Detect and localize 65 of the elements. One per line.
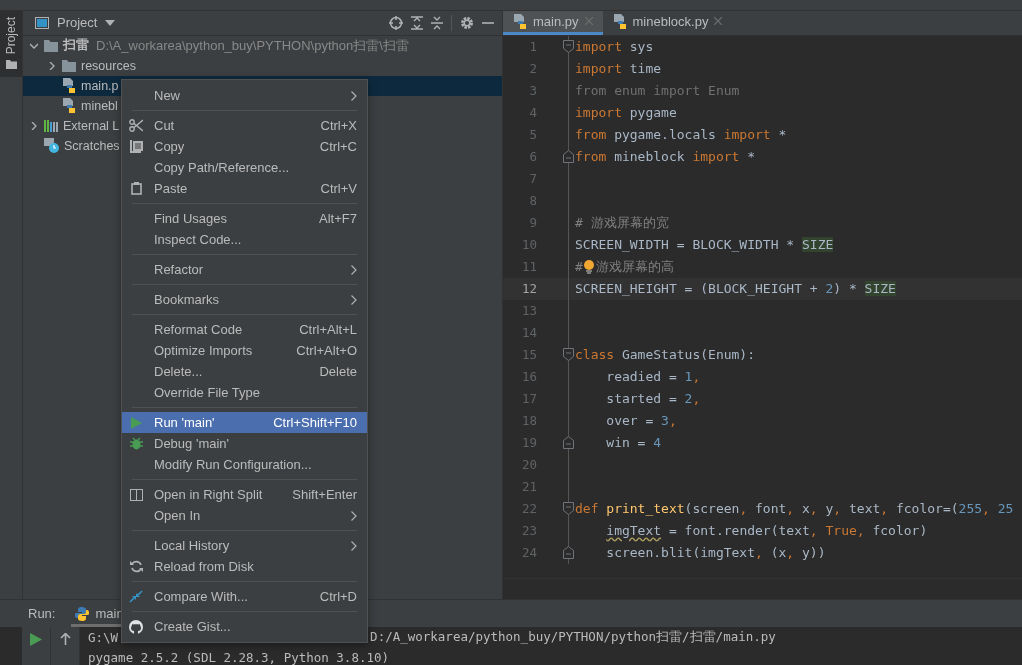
code-line: screen.blit(imgText, (x, y)) [605,545,826,561]
console-text: G:\W [88,629,119,645]
line-number: 24 [520,545,538,561]
code-line: readied = 1, [605,369,701,385]
line-number: 19 [520,435,538,451]
line-number: 21 [520,479,538,495]
code-line: from mineblock import * [575,149,756,165]
shortcut-label: Shift+Enter [292,487,357,502]
line-number: 8 [528,193,538,209]
code-line: class GameStatus(Enum): [575,347,756,363]
console-text: pygame 2.5.2 (SDL 2.28.3, Python 3.8.10) [88,649,390,665]
tree-item-label: main.p [81,79,119,93]
shortcut-label: Ctrl+C [319,139,357,154]
line-number: 6 [528,149,538,165]
shortcut-label: Alt+F7 [319,211,357,226]
line-number: 12 [520,281,538,297]
code-line: started = 2, [605,391,701,407]
code-line: import time [575,61,662,77]
shortcut-label: Ctrl+D [319,589,357,604]
tree-item-label: resources [81,59,136,73]
code-text: 游戏屏幕的高 [595,258,674,276]
code-line: over = 3, [605,413,677,429]
code-line: # 游戏屏幕的宽 [575,214,669,232]
line-number: 5 [528,127,538,143]
line-number: 10 [520,237,538,253]
code-line: SCREEN_WIDTH = BLOCK_WIDTH * SIZE [575,237,834,253]
line-number: 13 [520,303,538,319]
line-number: 11 [520,259,538,275]
panel-title: Project [57,15,98,31]
tree-item-label: 扫雷 [63,37,89,55]
code-line: win = 4 [605,435,662,451]
shortcut-label: Ctrl+V [320,181,357,196]
tree-item-label: minebl [81,99,118,113]
code-line: import pygame [575,105,677,121]
code-line: imgText = font.render(text, True, fcolor) [605,523,928,539]
path-label: D:\A_workarea\python_buy\PYTHON\python扫雷\扫雷 [96,37,409,55]
console-text: D:/A_workarea/python_buy/PYTHON/python扫雷/扫雷/main.py [370,628,776,646]
code-line: import sys [575,39,654,55]
line-number: 20 [520,457,538,473]
line-number: 17 [520,391,538,407]
line-number: 2 [528,61,538,77]
line-number: 14 [520,325,538,341]
shortcut-label: Ctrl+Alt+O [296,343,357,358]
code-line: from enum import Enum [575,83,740,99]
run-label: Run: [28,606,56,621]
tree-item-label: Scratches [64,139,120,153]
shortcut-label: Ctrl+Shift+F10 [273,415,357,430]
code-line: def print_text(screen, font, x, y, text, fcolor=(255, 25 [575,501,1014,517]
shortcut-label: Delete [319,364,357,379]
tree-item-label: External L [63,119,120,133]
line-number: 9 [528,215,538,231]
line-number: 3 [528,83,538,99]
line-number: 22 [520,501,538,517]
line-number: 18 [520,413,538,429]
shortcut-label: Ctrl+Alt+L [299,322,357,337]
line-number: 23 [520,523,538,539]
code-text: # [575,259,583,275]
line-number: 16 [520,369,538,385]
shortcut-label: Ctrl+X [320,118,357,133]
code-line: from pygame.locals import * [575,127,787,143]
line-number: 1 [528,39,538,55]
code-line: SCREEN_HEIGHT = (BLOCK_HEIGHT + 2) * SIZE [575,281,896,297]
line-number: 4 [528,105,538,121]
line-number: 15 [520,347,538,363]
line-number: 7 [528,171,538,187]
